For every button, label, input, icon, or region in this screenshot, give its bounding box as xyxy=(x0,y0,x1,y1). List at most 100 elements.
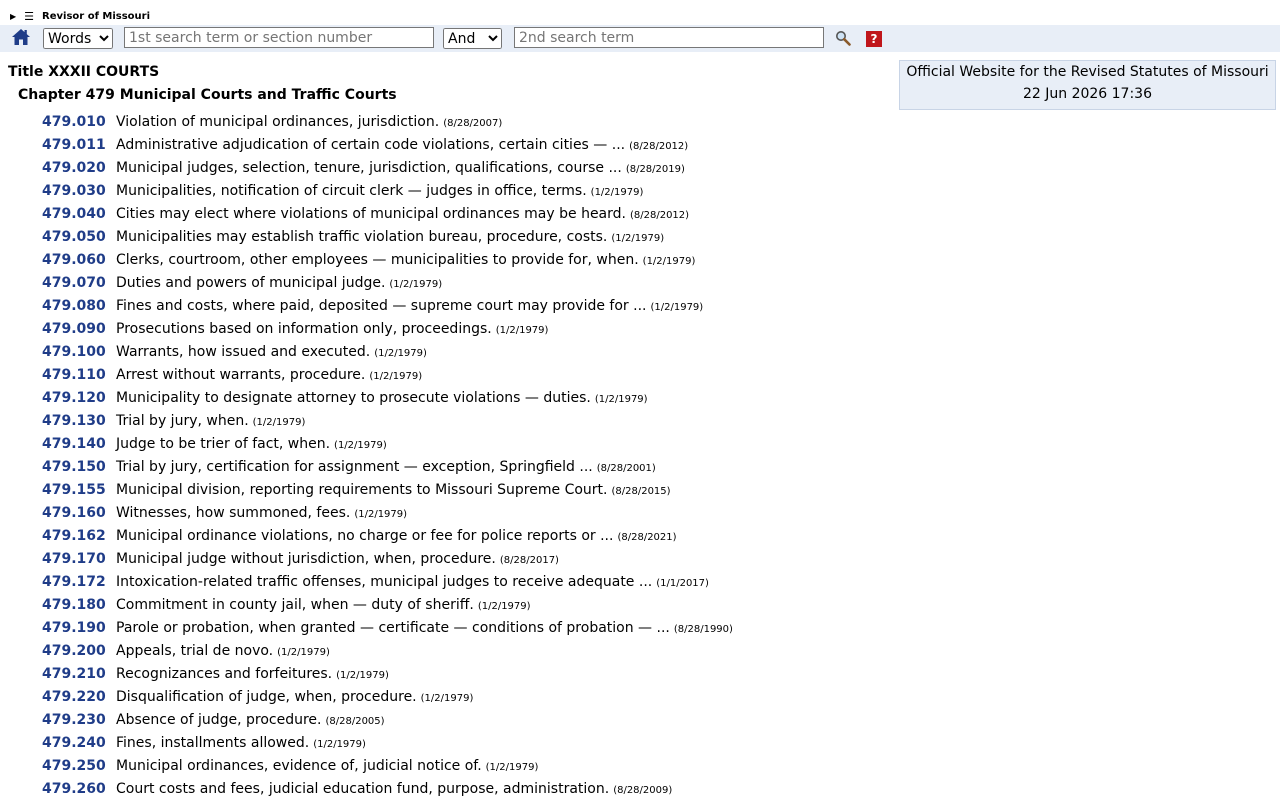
section-title: Parole or probation, when granted — cert… xyxy=(116,619,670,636)
section-date: (8/28/2007) xyxy=(443,117,503,129)
section-number-link[interactable]: 479.170 xyxy=(42,551,112,567)
section-number-link[interactable]: 479.110 xyxy=(42,367,112,383)
section-title: Warrants, how issued and executed. xyxy=(116,343,371,360)
section-number-link[interactable]: 479.260 xyxy=(42,781,112,797)
section-title: Arrest without warrants, procedure. xyxy=(116,366,366,383)
second-search-term-input[interactable] xyxy=(514,27,824,48)
section-date: (1/2/1979) xyxy=(594,393,648,405)
section-number-link[interactable]: 479.070 xyxy=(42,275,112,291)
section-title: Trial by jury, certification for assignm… xyxy=(116,458,593,475)
section-description: Municipal ordinance violations, no charg… xyxy=(116,528,677,544)
section-date: (8/28/2009) xyxy=(613,784,673,796)
section-date: (1/2/1979) xyxy=(313,738,366,750)
section-description: Disqualification of judge, when, procedu… xyxy=(116,689,473,705)
section-title: Absence of judge, procedure. xyxy=(116,711,322,728)
section-number-link[interactable]: 479.160 xyxy=(42,505,112,521)
section-date: (8/28/1990) xyxy=(673,623,733,635)
info-box-heading: Official Website for the Revised Statute… xyxy=(906,64,1269,80)
section-title: Court costs and fees, judicial education… xyxy=(116,780,610,797)
section-date: (1/2/1979) xyxy=(277,646,330,658)
section-number-link[interactable]: 479.040 xyxy=(42,206,112,222)
section-date: (1/2/1979) xyxy=(495,324,549,336)
section-title: Municipal ordinances, evidence of, judic… xyxy=(116,757,482,774)
section-description: Clerks, courtroom, other employees — mun… xyxy=(116,252,695,268)
section-number-link[interactable]: 479.050 xyxy=(42,229,112,245)
section-title: Clerks, courtroom, other employees — mun… xyxy=(116,251,639,268)
section-date: (1/2/1979) xyxy=(252,416,306,428)
section-number-link[interactable]: 479.210 xyxy=(42,666,112,682)
section-title: Intoxication-related traffic offenses, m… xyxy=(116,573,653,590)
section-number-link[interactable]: 479.020 xyxy=(42,160,112,176)
section-description: Warrants, how issued and executed. (1/2/1… xyxy=(116,344,427,360)
section-number-link[interactable]: 479.162 xyxy=(42,528,112,544)
section-date: (8/28/2012) xyxy=(629,140,689,152)
menu-icon[interactable]: ☰ xyxy=(24,10,34,24)
section-number-link[interactable]: 479.140 xyxy=(42,436,112,452)
section-number-link[interactable]: 479.190 xyxy=(42,620,112,636)
section-title: Cities may elect where violations of mun… xyxy=(116,205,626,222)
section-date: (1/2/1979) xyxy=(611,232,665,244)
section-date: (1/2/1979) xyxy=(334,439,387,451)
section-description: Municipal judges, selection, tenure, jur… xyxy=(116,160,685,176)
search-mode-select[interactable]: Words xyxy=(43,28,113,49)
section-description: Cities may elect where violations of mun… xyxy=(116,206,689,222)
section-description: Judge to be trier of fact, when. (1/2/197… xyxy=(116,436,387,452)
section-title: Appeals, trial de novo. xyxy=(116,642,274,659)
section-title: Fines and costs, where paid, deposited —… xyxy=(116,297,647,314)
section-number-link[interactable]: 479.120 xyxy=(42,390,112,406)
page-title: Title XXXII COURTS xyxy=(8,64,160,80)
section-date: (1/2/1979) xyxy=(374,347,427,359)
section-number-link[interactable]: 479.010 xyxy=(42,114,112,130)
section-number-link[interactable]: 479.155 xyxy=(42,482,112,498)
section-date: (8/28/2005) xyxy=(325,715,385,727)
section-number-link[interactable]: 479.220 xyxy=(42,689,112,705)
section-title: Witnesses, how summoned, fees. xyxy=(116,504,351,521)
section-number-link[interactable]: 479.172 xyxy=(42,574,112,590)
section-description: Municipalities, notification of circuit … xyxy=(116,183,643,199)
chapter-heading: Chapter 479 Municipal Courts and Traffic… xyxy=(18,87,397,103)
section-number-link[interactable]: 479.230 xyxy=(42,712,112,728)
section-title: Violation of municipal ordinances, juris… xyxy=(116,113,440,130)
section-description: Municipal division, reporting requiremen… xyxy=(116,482,671,498)
section-number-link[interactable]: 479.080 xyxy=(42,298,112,314)
section-number-link[interactable]: 479.100 xyxy=(42,344,112,360)
section-description: Trial by jury, certification for assignm… xyxy=(116,459,656,475)
section-number-link[interactable]: 479.250 xyxy=(42,758,112,774)
section-number-link[interactable]: 479.130 xyxy=(42,413,112,429)
section-description: Fines and costs, where paid, deposited —… xyxy=(116,298,703,314)
section-number-link[interactable]: 479.090 xyxy=(42,321,112,337)
section-title: Municipality to designate attorney to pr… xyxy=(116,389,591,406)
help-icon[interactable]: ? xyxy=(866,31,882,47)
section-date: (8/28/2017) xyxy=(499,554,559,566)
section-description: Intoxication-related traffic offenses, m… xyxy=(116,574,709,590)
section-number-link[interactable]: 479.011 xyxy=(42,137,112,153)
section-number-link[interactable]: 479.150 xyxy=(42,459,112,475)
section-date: (1/2/1979) xyxy=(477,600,531,612)
section-description: Absence of judge, procedure. (8/28/2005) xyxy=(116,712,385,728)
section-title: Recognizances and forfeitures. xyxy=(116,665,333,682)
section-description: Commitment in county jail, when — duty o… xyxy=(116,597,531,613)
info-box-timestamp: 22 Jun 2026 17:36 xyxy=(1022,86,1152,102)
section-number-link[interactable]: 479.180 xyxy=(42,597,112,613)
home-icon[interactable] xyxy=(11,27,31,47)
section-number-link[interactable]: 479.060 xyxy=(42,252,112,268)
section-title: Fines, installments allowed. xyxy=(116,734,310,751)
section-date: (1/2/1979) xyxy=(336,669,389,681)
section-description: Municipalities may establish traffic vio… xyxy=(116,229,664,245)
section-date: (8/28/2012) xyxy=(629,209,690,221)
section-number-link[interactable]: 479.200 xyxy=(42,643,112,659)
section-description: Arrest without warrants, procedure. (1/2/… xyxy=(116,367,422,383)
section-number-link[interactable]: 479.030 xyxy=(42,183,112,199)
section-date: (8/28/2019) xyxy=(625,163,685,175)
first-search-term-input[interactable] xyxy=(124,27,434,48)
section-title: Prosecutions based on information only, … xyxy=(116,320,492,337)
section-description: Fines, installments allowed. (1/2/1979) xyxy=(116,735,366,751)
section-date: (8/28/2015) xyxy=(611,485,671,497)
site-brand[interactable]: Revisor of Missouri xyxy=(42,10,150,24)
search-operator-select[interactable]: And xyxy=(443,28,502,49)
section-date: (1/2/1979) xyxy=(590,186,644,198)
section-number-link[interactable]: 479.240 xyxy=(42,735,112,751)
expand-icon[interactable]: ▶ xyxy=(10,10,16,24)
search-toolbar: Words And ? xyxy=(0,25,1280,52)
search-icon[interactable] xyxy=(835,30,851,46)
